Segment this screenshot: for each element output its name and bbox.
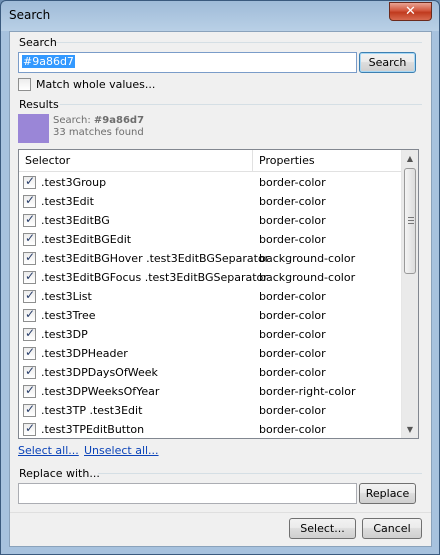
replace-button[interactable]: Replace [359, 483, 416, 504]
row-checkbox[interactable] [23, 364, 36, 379]
window-title: Search [9, 8, 51, 22]
row-property: border-color [259, 366, 326, 379]
table-row[interactable]: .test3EditBGEdit border-color [19, 230, 402, 249]
select-button[interactable]: Select... [289, 518, 356, 539]
row-selector: .test3EditBGEdit [41, 233, 132, 246]
row-checkbox[interactable] [23, 269, 36, 284]
search-input-value: #9a86d7 [22, 55, 75, 68]
column-header-properties[interactable]: Properties [259, 154, 315, 167]
unselect-all-link[interactable]: Unselect all... [84, 444, 159, 457]
table-row[interactable]: .test3Tree border-color [19, 306, 402, 325]
replace-section-label: Replace with... [19, 467, 100, 480]
search-summary-term: #9a86d7 [93, 115, 145, 126]
row-selector: .test3TP .test3Edit [41, 404, 143, 417]
row-selector: .test3List [41, 290, 92, 303]
search-section-label: Search [19, 36, 57, 49]
close-button[interactable]: ✕ [389, 2, 432, 21]
table-row[interactable]: .test3DPHeader border-color [19, 344, 402, 363]
search-section-divider [56, 42, 422, 43]
search-summary: Search: #9a86d7 [53, 115, 144, 126]
title-bar[interactable]: Search ✕ [1, 1, 439, 29]
row-checkbox[interactable] [23, 383, 36, 398]
row-selector: .test3Group [41, 176, 107, 189]
row-checkbox[interactable] [23, 212, 36, 227]
row-selector: .test3Tree [41, 309, 96, 322]
row-checkbox[interactable] [23, 174, 36, 189]
row-selector: .test3TPEditButton [41, 423, 145, 436]
scroll-down-arrow-icon[interactable]: ▼ [402, 421, 418, 438]
row-property: border-color [259, 176, 326, 189]
vertical-scrollbar[interactable]: ▲ ▼ [401, 150, 418, 438]
row-property: background-color [259, 252, 356, 265]
row-selector: .test3DP [41, 328, 88, 341]
row-selector: .test3Edit [41, 195, 94, 208]
color-swatch [18, 114, 49, 143]
row-property: background-color [259, 271, 356, 284]
row-checkbox[interactable] [23, 193, 36, 208]
row-property: border-color [259, 195, 326, 208]
table-row[interactable]: .test3TPEditButton border-color [19, 420, 402, 438]
replace-section-divider [98, 473, 422, 474]
row-property: border-color [259, 233, 326, 246]
row-property: border-color [259, 347, 326, 360]
results-section-divider [60, 104, 422, 105]
table-row[interactable]: .test3EditBGHover .test3EditBGSeparatorb… [19, 249, 402, 268]
row-property: border-color [259, 328, 326, 341]
table-row[interactable]: .test3DPWeeksOfYear border-right-color [19, 382, 402, 401]
dialog-body: Search #9a86d7 Search Match whole values… [9, 31, 432, 547]
column-header-selector[interactable]: Selector [25, 154, 70, 167]
table-header: Selector Properties [19, 150, 402, 172]
cancel-button[interactable]: Cancel [362, 518, 422, 539]
row-selector: .test3EditBG [41, 214, 110, 227]
close-icon: ✕ [405, 4, 416, 19]
row-property: border-color [259, 290, 326, 303]
row-selector: .test3EditBGFocus .test3EditBGSeparator [41, 271, 268, 284]
row-checkbox[interactable] [23, 326, 36, 341]
row-property: border-right-color [259, 385, 356, 398]
row-property: border-color [259, 423, 326, 436]
row-checkbox[interactable] [23, 307, 36, 322]
table-row[interactable]: .test3DPDaysOfWeek border-color [19, 363, 402, 382]
row-checkbox[interactable] [23, 402, 36, 417]
row-property: border-color [259, 404, 326, 417]
results-table: Selector Properties .test3Group border-co… [18, 149, 419, 439]
column-divider[interactable] [252, 150, 253, 172]
table-row[interactable]: .test3Edit border-color [19, 192, 402, 211]
search-summary-prefix: Search: [53, 115, 91, 126]
row-selector: .test3EditBGHover .test3EditBGSeparator [41, 252, 270, 265]
row-checkbox[interactable] [23, 345, 36, 360]
search-button[interactable]: Search [359, 52, 416, 73]
table-row[interactable]: .test3DP border-color [19, 325, 402, 344]
row-checkbox[interactable] [23, 231, 36, 246]
search-dialog: Search ✕ Search #9a86d7 Search Match who… [0, 0, 440, 555]
row-selector: .test3DPHeader [41, 347, 128, 360]
row-checkbox[interactable] [23, 421, 36, 436]
row-checkbox[interactable] [23, 250, 36, 265]
table-row[interactable]: .test3EditBG border-color [19, 211, 402, 230]
table-rows: .test3Group border-color .test3Edit border-… [19, 173, 402, 438]
table-row[interactable]: .test3EditBGFocus .test3EditBGSeparatorb… [19, 268, 402, 287]
row-selector: .test3DPWeeksOfYear [41, 385, 160, 398]
row-property: border-color [259, 214, 326, 227]
match-whole-values-label: Match whole values... [36, 78, 156, 91]
table-row[interactable]: .test3TP .test3Edit border-color [19, 401, 402, 420]
match-count: 33 matches found [53, 127, 144, 138]
footer-divider [10, 512, 431, 513]
grip-icon [408, 217, 414, 224]
search-input[interactable]: #9a86d7 [18, 52, 357, 73]
table-row[interactable]: .test3List border-color [19, 287, 402, 306]
scroll-up-arrow-icon[interactable]: ▲ [402, 150, 418, 167]
row-checkbox[interactable] [23, 288, 36, 303]
table-row[interactable]: .test3Group border-color [19, 173, 402, 192]
row-property: border-color [259, 309, 326, 322]
match-whole-values-checkbox[interactable] [18, 78, 31, 91]
results-section-label: Results [19, 98, 59, 111]
row-selector: .test3DPDaysOfWeek [41, 366, 158, 379]
replace-input[interactable] [18, 483, 357, 504]
scrollbar-thumb[interactable] [404, 168, 416, 274]
select-all-link[interactable]: Select all... [18, 444, 79, 457]
